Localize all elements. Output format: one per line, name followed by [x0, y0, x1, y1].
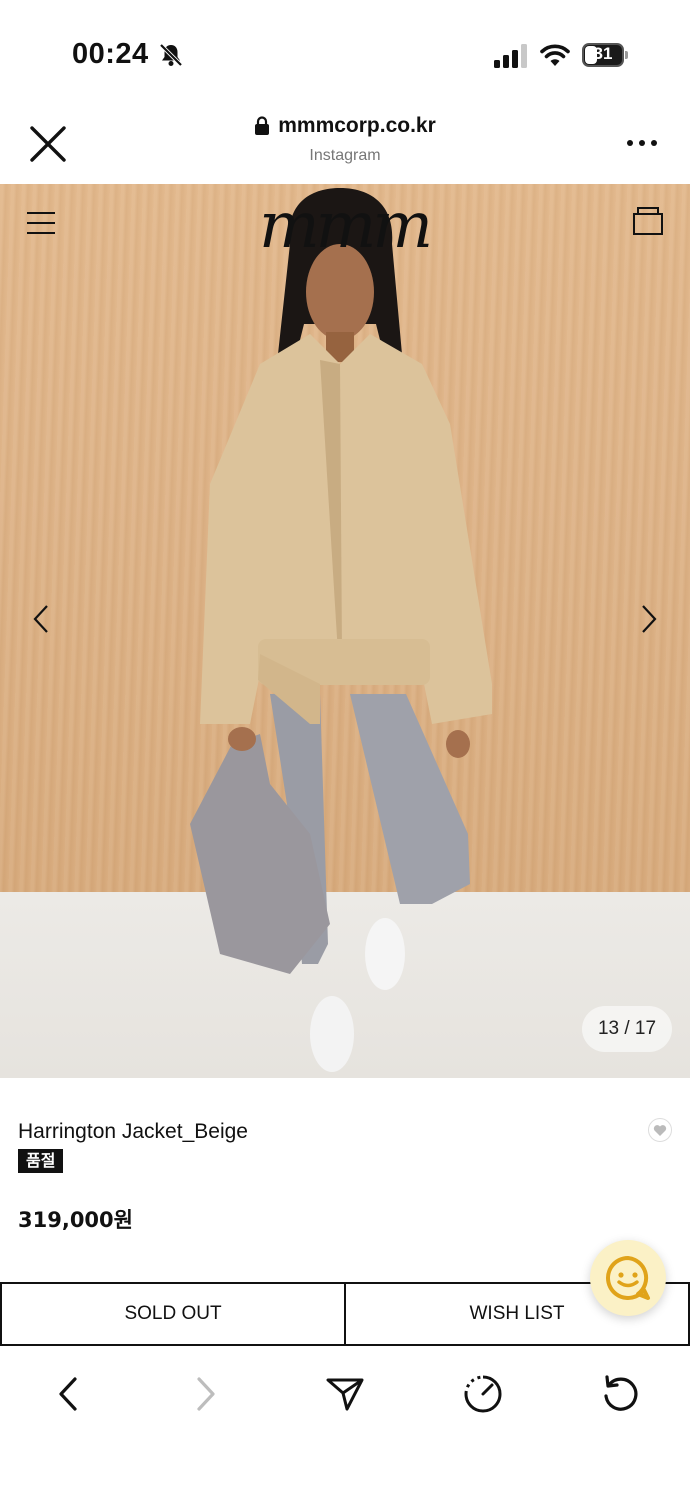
share-send-icon	[326, 1378, 364, 1411]
battery-level: 31	[593, 44, 613, 63]
shopping-bag-icon[interactable]	[632, 206, 664, 236]
site-domain: mmmcorp.co.kr	[278, 114, 436, 137]
address-bar[interactable]: mmmcorp.co.kr Instagram	[0, 114, 690, 165]
back-arrow-icon	[59, 1377, 77, 1411]
product-photo-model	[190, 188, 492, 1072]
forward-arrow-icon	[197, 1377, 215, 1411]
wifi-icon	[540, 44, 570, 66]
product-image-gallery[interactable]: mmm 13 / 17	[0, 184, 690, 1078]
browser-toolbar	[0, 1346, 690, 1500]
clock: 00:24	[72, 38, 149, 70]
heart-icon	[653, 1124, 667, 1136]
previous-image-arrow-icon[interactable]	[30, 604, 52, 634]
more-options-icon[interactable]	[626, 138, 658, 148]
browser-header: mmmcorp.co.kr Instagram	[0, 100, 690, 184]
sold-out-badge: 품절	[18, 1149, 64, 1173]
wishlist-heart-button[interactable]	[648, 1118, 672, 1142]
hamburger-menu-icon[interactable]	[26, 210, 56, 236]
site-logo[interactable]: mmm	[224, 194, 464, 266]
product-actions: SOLD OUT WISH LIST	[0, 1282, 690, 1346]
product-price: 319,000원	[18, 1208, 133, 1232]
sold-out-button[interactable]: SOLD OUT	[2, 1284, 344, 1344]
speed-button[interactable]	[453, 1364, 513, 1424]
browser-source-label: Instagram	[309, 147, 381, 164]
next-image-arrow-icon[interactable]	[638, 604, 660, 634]
battery-icon: 31	[582, 43, 628, 67]
lock-icon	[255, 116, 270, 135]
reload-icon	[604, 1375, 638, 1411]
image-counter: 13 / 17	[582, 1006, 672, 1052]
reload-button[interactable]	[591, 1364, 651, 1424]
bell-slash-icon	[159, 43, 183, 67]
chat-bubble-icon	[606, 1256, 650, 1300]
forward-button[interactable]	[176, 1364, 236, 1424]
status-bar: 00:24 31	[0, 0, 690, 100]
cellular-signal-icon	[494, 44, 527, 68]
speedometer-icon	[464, 1375, 502, 1413]
chat-support-button[interactable]	[590, 1240, 666, 1316]
share-button[interactable]	[315, 1364, 375, 1424]
product-info: Harrington Jacket_Beige 품절 319,000원	[0, 1078, 690, 1282]
product-name: Harrington Jacket_Beige	[18, 1120, 248, 1143]
back-button[interactable]	[38, 1364, 98, 1424]
